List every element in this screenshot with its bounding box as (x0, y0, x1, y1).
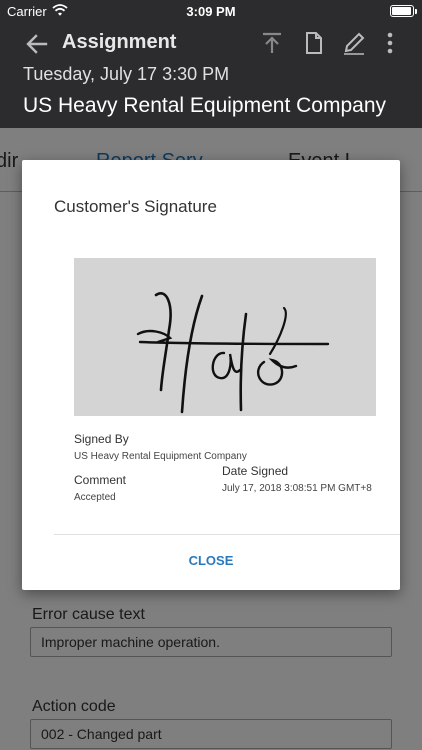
assignment-date: Tuesday, July 17 3:30 PM (23, 64, 230, 84)
more-vert-icon[interactable] (377, 30, 403, 56)
date-signed-value: July 17, 2018 3:08:51 PM GMT+8 (222, 483, 372, 494)
clock: 3:09 PM (186, 4, 236, 19)
signed-by-label: Signed By (74, 432, 129, 446)
comment-value: Accepted (74, 492, 116, 503)
status-bar: Carrier 3:09 PM (0, 0, 422, 22)
comment-label: Comment (74, 473, 127, 487)
signature-dialog: Customer's Signature Signed By US Heavy … (22, 160, 400, 590)
company-name: US Heavy Rental Equipment Company (23, 94, 387, 117)
edit-pencil-icon[interactable] (341, 30, 367, 56)
upload-icon[interactable] (259, 30, 285, 56)
document-icon[interactable] (301, 30, 327, 56)
dialog-divider (54, 534, 400, 535)
back-arrow-icon[interactable] (24, 31, 50, 57)
battery-icon (390, 5, 417, 17)
close-button[interactable]: CLOSE (22, 540, 400, 582)
page-title: Assignment (62, 31, 177, 53)
dialog-title: Customer's Signature (54, 197, 217, 216)
app-bar: Assignment Tuesday, July 17 3:30 PM US H… (0, 22, 422, 128)
date-signed-label: Date Signed (222, 464, 289, 478)
signed-by-value: US Heavy Rental Equipment Company (74, 451, 247, 462)
signature-image (74, 258, 376, 416)
